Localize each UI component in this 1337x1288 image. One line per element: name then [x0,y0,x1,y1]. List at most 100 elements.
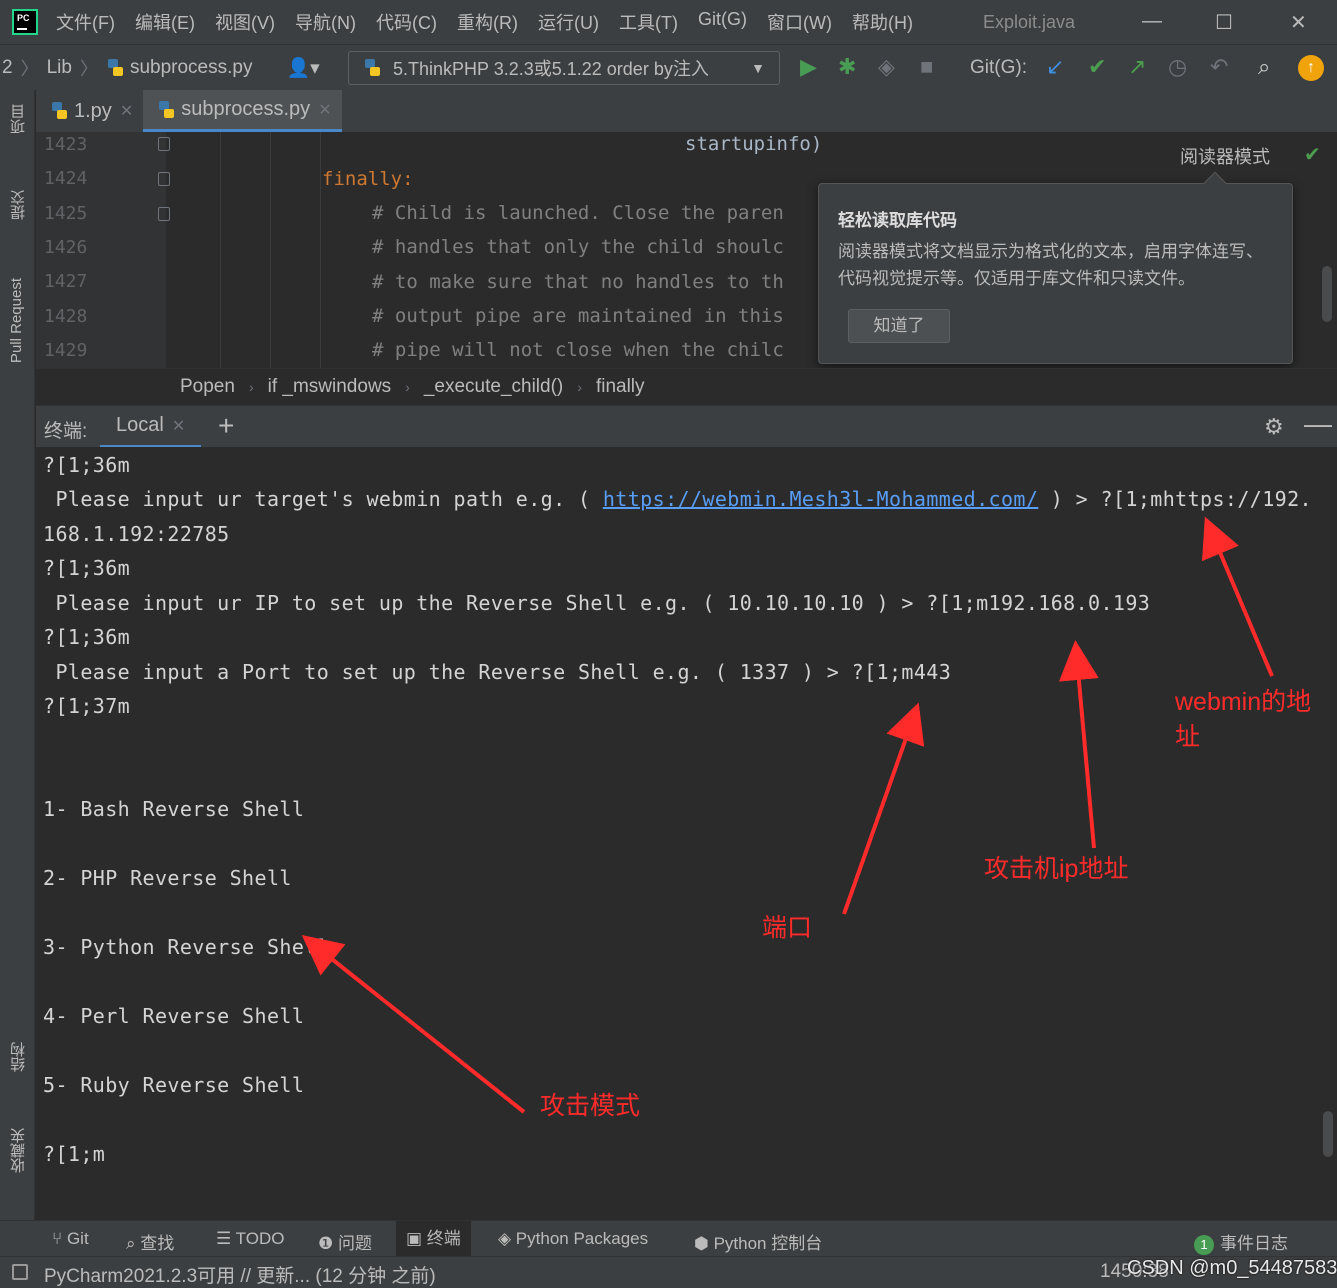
close-tab-icon[interactable]: ✕ [318,100,331,120]
line-number: 1426 [44,237,88,258]
tool-window-structure[interactable]: 结构 [8,1042,29,1072]
tool-git[interactable]: ⑂ Git [52,1229,89,1249]
tool-window-pull-request[interactable]: Pull Request [8,278,25,363]
menu-run[interactable]: 运行(U) [538,9,599,35]
menu-navigate[interactable]: 导航(N) [295,9,356,35]
event-count-badge: 1 [1194,1235,1214,1255]
breadcrumb-item[interactable]: Popen [180,376,235,398]
status-message[interactable]: PyCharm2021.2.3可用 // 更新... (12 分钟 之前) [44,1261,436,1288]
tool-python-console-label: Python 控制台 [713,1234,823,1253]
git-update-icon[interactable]: ↙ [1046,56,1064,78]
terminal-tab-local[interactable]: Local ✕ [100,406,202,448]
hide-panel-icon[interactable]: — [1304,408,1332,440]
tool-window-favorites[interactable]: 收藏夹 [8,1128,29,1173]
main-menu: 文件(F) 编辑(E) 视图(V) 导航(N) 代码(C) 重构(R) 运行(U… [56,9,933,35]
nav-crumb-prefix[interactable]: 2 [2,57,13,79]
tool-problems-label: 问题 [337,1234,372,1253]
menu-option-ruby: 5- Ruby Reverse Shell [43,1073,305,1097]
stop-icon[interactable]: ■ [920,56,933,78]
breadcrumb-item[interactable]: finally [596,376,645,398]
close-tab-icon[interactable]: ✕ [120,101,133,121]
chevron-right-icon: › [248,379,254,395]
indent-guide [220,132,221,368]
terminal-link[interactable]: https://webmin.Mesh3l-Mohammed.com/ [603,487,1038,511]
reader-mode-toggle[interactable]: 阅读器模式 [1180,143,1270,169]
terminal-output[interactable]: ?[1;36m Please input ur target's webmin … [36,447,1337,1220]
menu-tools[interactable]: 工具(T) [619,9,678,35]
tool-find[interactable]: ⌕ 查找 [126,1229,174,1254]
update-icon[interactable]: ↑ [1298,55,1324,81]
menu-window[interactable]: 窗口(W) [767,9,832,35]
tool-event-log[interactable]: 1 事件日志 [1194,1229,1288,1255]
reader-mode-popup: 轻松读取库代码 阅读器模式将文档显示为格式化的文本，启用字体连写、代码视觉提示等… [818,171,1293,364]
search-icon: ⌕ [126,1234,141,1253]
bottom-tool-bar: ⑂ Git ⌕ 查找 ☰ TODO ❶ 问题 ▣ 终端 ◈ Python Pac… [0,1220,1337,1257]
user-icon[interactable]: 👤▾ [286,56,319,80]
got-it-button[interactable]: 知道了 [848,309,950,343]
fold-marker-icon[interactable] [158,207,170,221]
tool-problems[interactable]: ❶ 问题 [318,1229,372,1254]
debug-icon[interactable]: ✱ [838,56,856,78]
indent-guide [320,132,321,368]
coverage-icon[interactable]: ◈ [878,56,895,78]
tool-todo[interactable]: ☰ TODO [216,1229,284,1249]
tab-1-py[interactable]: 1.py ✕ [36,90,143,132]
inspection-ok-icon[interactable]: ✔ [1304,142,1321,167]
menu-file[interactable]: 文件(F) [56,9,115,35]
terminal-line: ?[1;36m [43,453,131,477]
list-icon: ☰ [216,1229,236,1248]
popup-title: 轻松读取库代码 [838,211,957,230]
new-terminal-icon[interactable]: + [218,410,234,442]
panel-toggle-icon[interactable] [12,1264,28,1280]
fold-marker-icon[interactable] [158,137,170,151]
nav-crumb-file[interactable]: subprocess.py [130,57,253,79]
tab-subprocess-py[interactable]: subprocess.py ✕ [143,90,342,132]
problems-icon: ❶ [318,1234,338,1253]
line-number: 1424 [44,168,88,189]
menu-refactor[interactable]: 重构(R) [457,9,518,35]
breadcrumb-item[interactable]: _execute_child() [424,376,563,398]
tool-event-log-label: 事件日志 [1220,1234,1288,1253]
tool-terminal-label: 终端 [426,1229,461,1248]
menu-help[interactable]: 帮助(H) [852,9,913,35]
close-button[interactable]: ✕ [1290,10,1307,35]
menu-git[interactable]: Git(G) [698,9,747,35]
fold-marker-icon[interactable] [158,172,170,186]
line-number: 1428 [44,306,88,327]
tool-window-commit[interactable]: 提交 [8,190,29,220]
menu-option-perl: 4- Perl Reverse Shell [43,1004,305,1028]
maximize-button[interactable]: ☐ [1215,10,1233,35]
tool-terminal[interactable]: ▣ 终端 [396,1221,471,1257]
git-commit-icon[interactable]: ✔ [1088,56,1106,78]
minimize-button[interactable]: — [1142,10,1162,33]
menu-view[interactable]: 视图(V) [215,9,275,35]
nav-crumb-lib[interactable]: Lib [47,57,72,79]
tool-python-packages[interactable]: ◈ Python Packages [498,1229,648,1249]
breadcrumb-item[interactable]: if _mswindows [268,376,392,398]
git-label: Git(G): [970,57,1027,78]
gear-icon[interactable]: ⚙ [1264,414,1284,440]
rollback-icon[interactable]: ↶ [1210,56,1228,78]
editor-scrollbar[interactable] [1322,266,1332,322]
git-push-icon[interactable]: ↗ [1128,56,1146,78]
terminal-scrollbar[interactable] [1323,1111,1333,1157]
tab-label: 1.py [74,99,112,122]
terminal-icon: ▣ [406,1229,427,1248]
search-icon[interactable]: ⌕ [1258,56,1270,78]
menu-edit[interactable]: 编辑(E) [135,9,195,35]
chevron-down-icon: ▼ [751,60,765,76]
run-configuration-select[interactable]: 5.ThinkPHP 3.2.3或5.1.22 order by注入 ▼ [348,51,780,85]
history-icon[interactable]: ◷ [1168,56,1187,78]
menu-option-bash: 1- Bash Reverse Shell [43,797,305,821]
code-line: # Child is launched. Close the paren [372,202,784,224]
tool-python-console[interactable]: ⬢ Python 控制台 [694,1229,822,1254]
menu-code[interactable]: 代码(C) [376,9,437,35]
left-tool-strip: 项目 提交 Pull Request 结构 收藏夹 [0,90,35,1220]
close-tab-icon[interactable]: ✕ [172,416,185,436]
run-icon[interactable]: ▶ [800,56,817,78]
annotation-attack-mode: 攻击模式 [540,1092,641,1120]
annotation-webmin: webmin的地 [1175,688,1312,716]
code-line: # to make sure that no handles to th [372,271,784,293]
tool-window-project[interactable]: 项目 [8,104,29,134]
code-line: # pipe will not close when the chilc [372,339,784,361]
